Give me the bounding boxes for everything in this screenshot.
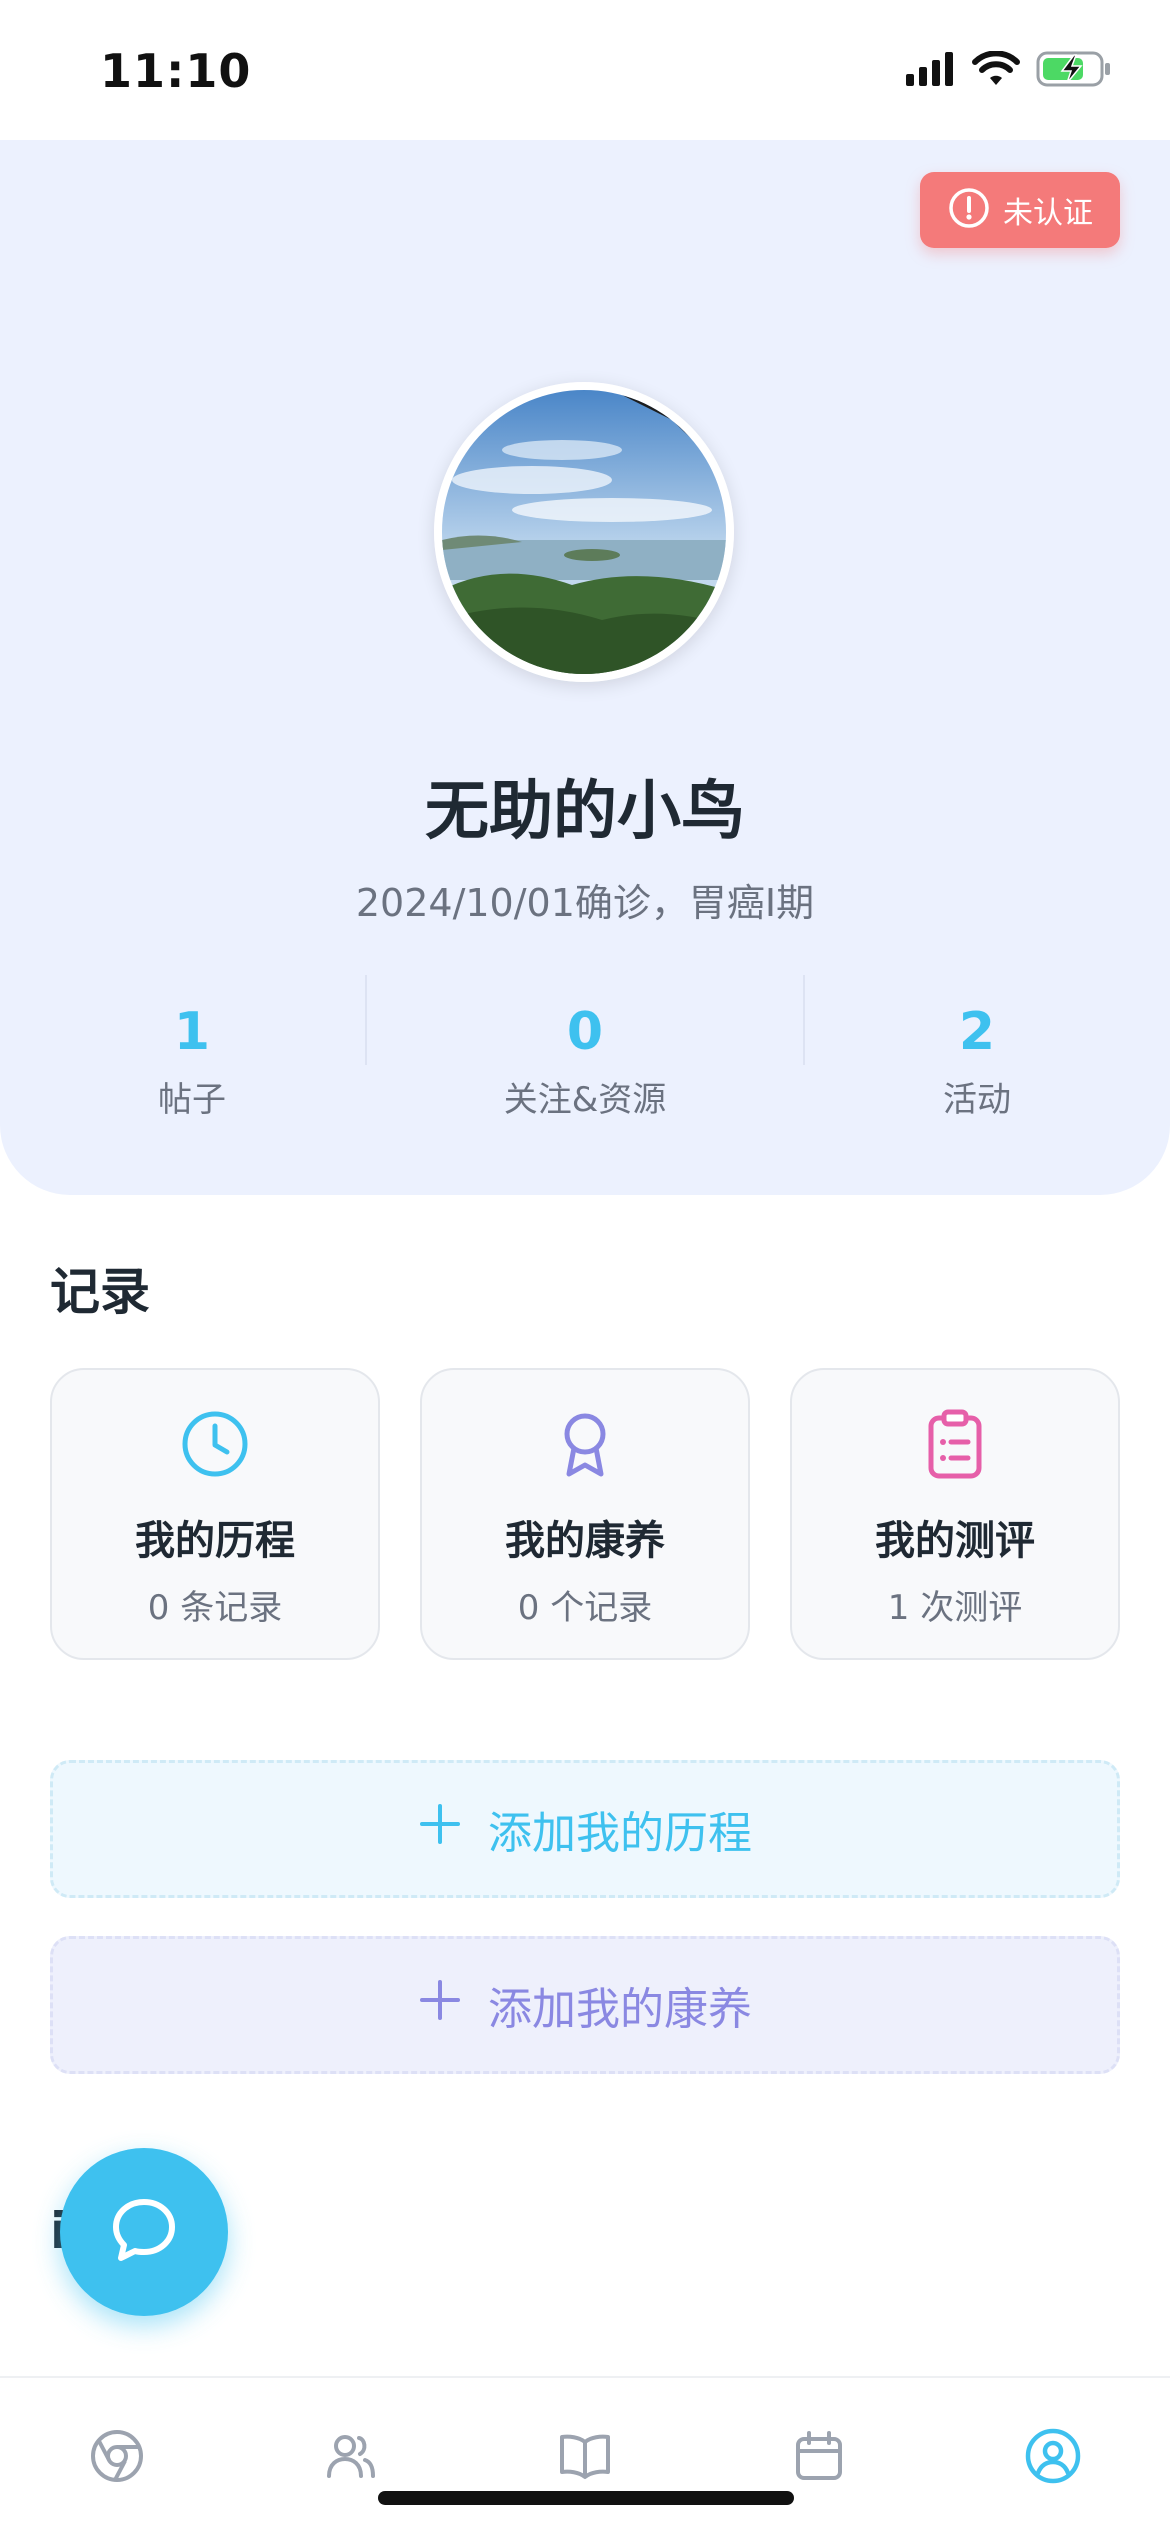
award-ribbon-icon	[549, 1408, 621, 1484]
chat-fab-button[interactable]	[60, 2148, 228, 2316]
stat-posts-value: 1	[173, 1002, 211, 1062]
stat-follows-value: 0	[566, 1002, 604, 1062]
my-care-title: 我的康养	[505, 1518, 665, 1564]
my-care-card[interactable]: 我的康养 0 个记录	[420, 1368, 750, 1660]
add-care-label: 添加我的康养	[488, 1984, 752, 2035]
clipboard-list-icon	[919, 1408, 991, 1484]
cellular-signal-icon	[906, 52, 956, 90]
certification-status-badge[interactable]: 未认证	[920, 172, 1120, 248]
my-journey-title: 我的历程	[135, 1518, 295, 1564]
status-icons	[906, 50, 1112, 92]
stat-activities-value: 2	[958, 1002, 996, 1062]
tab-community[interactable]	[311, 2418, 391, 2498]
clock-icon	[179, 1408, 251, 1484]
home-indicator[interactable]	[378, 2491, 794, 2505]
certification-status-label: 未认证	[1003, 196, 1093, 231]
tab-calendar[interactable]	[779, 2418, 859, 2498]
tab-library[interactable]	[545, 2418, 625, 2498]
records-section-title: 记录	[50, 1263, 150, 1321]
nickname: 无助的小鸟	[425, 775, 745, 849]
my-assessment-count: 1 次测评	[887, 1588, 1023, 1628]
diagnosis-info: 2024/10/01确诊，胃癌I期	[355, 881, 815, 925]
add-journey-label: 添加我的历程	[488, 1808, 752, 1859]
add-care-button[interactable]: 添加我的康养	[50, 1936, 1120, 2074]
users-icon	[323, 2428, 379, 2488]
status-time: 11:10	[100, 44, 252, 98]
avatar[interactable]	[434, 382, 734, 682]
my-care-count: 0 个记录	[517, 1588, 653, 1628]
stat-posts[interactable]: 1 帖子	[42, 1000, 342, 1121]
stat-posts-label: 帖子	[158, 1080, 226, 1120]
tab-explore[interactable]	[77, 2418, 157, 2498]
profile-stats: 1 帖子 0 关注&资源 2 活动	[0, 1000, 1170, 1130]
plus-icon	[418, 1978, 462, 2033]
alert-circle-icon	[947, 186, 991, 234]
stat-activities[interactable]: 2 活动	[827, 1000, 1127, 1121]
book-open-icon	[557, 2428, 613, 2488]
calendar-icon	[791, 2428, 847, 2488]
chat-bubble-icon	[108, 2194, 180, 2270]
user-circle-icon	[1024, 2427, 1082, 2489]
status-bar: 11:10	[0, 0, 1170, 140]
tab-bar	[0, 2376, 1170, 2534]
add-journey-button[interactable]: 添加我的历程	[50, 1760, 1120, 1898]
my-assessment-title: 我的测评	[875, 1518, 1035, 1564]
my-assessment-card[interactable]: 我的测评 1 次测评	[790, 1368, 1120, 1660]
plus-icon	[418, 1802, 462, 1857]
stat-activities-label: 活动	[943, 1080, 1011, 1120]
my-journey-count: 0 条记录	[147, 1588, 283, 1628]
tab-profile[interactable]	[1013, 2418, 1093, 2498]
stat-follows-label: 关注&资源	[503, 1080, 667, 1120]
stat-follows-resources[interactable]: 0 关注&资源	[435, 1000, 735, 1121]
chrome-browser-icon	[89, 2428, 145, 2488]
battery-charging-icon	[1036, 50, 1112, 92]
wifi-icon	[972, 50, 1020, 91]
my-journey-card[interactable]: 我的历程 0 条记录	[50, 1368, 380, 1660]
